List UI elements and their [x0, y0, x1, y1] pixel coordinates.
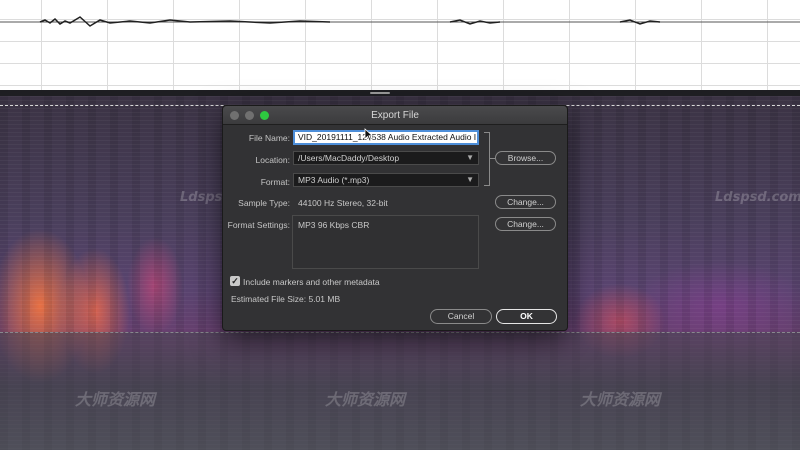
location-label: Location:: [255, 155, 291, 165]
sample-type-label: Sample Type:: [238, 198, 290, 208]
sample-type-change-button[interactable]: Change...: [495, 195, 556, 209]
cancel-button[interactable]: Cancel: [430, 309, 492, 324]
dialog-title: Export File: [371, 110, 419, 121]
waveform-panel[interactable]: [0, 0, 800, 90]
dialog-titlebar[interactable]: Export File: [223, 106, 567, 125]
location-select[interactable]: /Users/MacDaddy/Desktop ▼: [293, 151, 479, 165]
file-name-input[interactable]: VID_20191111_124538 Audio Extracted Audi…: [293, 130, 479, 145]
format-settings-box: MP3 96 Kbps CBR: [292, 215, 479, 269]
bracket-connector-tick: [489, 158, 495, 159]
metadata-checkbox[interactable]: ✓: [230, 276, 240, 286]
format-label: Format:: [260, 177, 290, 187]
watermark-brand: 大师资源网: [580, 390, 661, 409]
watermark-brand: 大师资源网: [325, 390, 406, 409]
watermark-brand: 大师资源网: [75, 390, 156, 409]
format-settings-value: MP3 96 Kbps CBR: [298, 220, 370, 230]
waveform-trace: [0, 16, 800, 27]
format-select[interactable]: MP3 Audio (*.mp3) ▼: [293, 173, 479, 187]
watermark-site: Ldspsd.com: [715, 190, 800, 205]
checkmark-icon: ✓: [231, 276, 239, 286]
format-value: MP3 Audio (*.mp3): [298, 175, 370, 185]
chevron-down-icon: ▼: [466, 153, 474, 162]
browse-button[interactable]: Browse...: [495, 151, 556, 165]
chevron-down-icon: ▼: [466, 175, 474, 184]
format-settings-label: Format Settings:: [227, 220, 290, 230]
ok-button[interactable]: OK: [496, 309, 557, 324]
sample-type-value: 44100 Hz Stereo, 32-bit: [298, 198, 388, 208]
resize-grip-icon: [370, 92, 390, 94]
mouse-pointer-icon: [364, 128, 374, 142]
location-value: /Users/MacDaddy/Desktop: [298, 153, 400, 163]
format-settings-change-button[interactable]: Change...: [495, 217, 556, 231]
file-name-label: File Name:: [248, 133, 290, 143]
metadata-checkbox-label[interactable]: Include markers and other metadata: [243, 277, 380, 287]
bracket-connector: [484, 132, 490, 186]
estimated-file-size: Estimated File Size: 5.01 MB: [231, 294, 341, 304]
